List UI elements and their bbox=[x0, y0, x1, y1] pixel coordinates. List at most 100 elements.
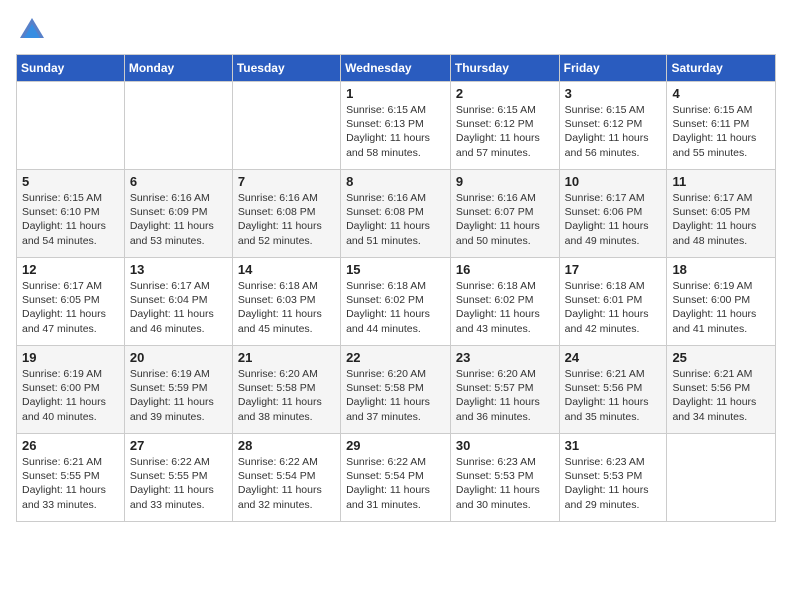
day-info: Sunrise: 6:21 AM Sunset: 5:56 PM Dayligh… bbox=[565, 367, 662, 424]
day-number: 16 bbox=[456, 262, 554, 277]
day-number: 11 bbox=[672, 174, 770, 189]
weekday-header-friday: Friday bbox=[559, 55, 667, 82]
day-info: Sunrise: 6:23 AM Sunset: 5:53 PM Dayligh… bbox=[456, 455, 554, 512]
calendar-cell: 11 Sunrise: 6:17 AM Sunset: 6:05 PM Dayli… bbox=[667, 170, 776, 258]
day-info: Sunrise: 6:16 AM Sunset: 6:09 PM Dayligh… bbox=[130, 191, 227, 248]
day-info: Sunrise: 6:21 AM Sunset: 5:56 PM Dayligh… bbox=[672, 367, 770, 424]
calendar-cell: 12Sunrise: 6:17 AM Sunset: 6:05 PM Dayli… bbox=[17, 258, 125, 346]
logo bbox=[16, 16, 46, 44]
calendar-cell: 25 Sunrise: 6:21 AM Sunset: 5:56 PM Dayli… bbox=[667, 346, 776, 434]
logo-icon bbox=[18, 16, 46, 44]
calendar-cell: 30 Sunrise: 6:23 AM Sunset: 5:53 PM Dayli… bbox=[450, 434, 559, 522]
day-number: 13 bbox=[130, 262, 227, 277]
day-info: Sunrise: 6:19 AM Sunset: 6:00 PM Dayligh… bbox=[672, 279, 770, 336]
day-number: 18 bbox=[672, 262, 770, 277]
day-info: Sunrise: 6:21 AM Sunset: 5:55 PM Dayligh… bbox=[22, 455, 119, 512]
day-number: 31 bbox=[565, 438, 662, 453]
day-info: Sunrise: 6:17 AM Sunset: 6:06 PM Dayligh… bbox=[565, 191, 662, 248]
day-info: Sunrise: 6:15 AM Sunset: 6:11 PM Dayligh… bbox=[672, 103, 770, 160]
day-info: Sunrise: 6:19 AM Sunset: 5:59 PM Dayligh… bbox=[130, 367, 227, 424]
day-number: 14 bbox=[238, 262, 335, 277]
day-number: 26 bbox=[22, 438, 119, 453]
calendar-cell: 8 Sunrise: 6:16 AM Sunset: 6:08 PM Daylig… bbox=[341, 170, 451, 258]
day-info: Sunrise: 6:22 AM Sunset: 5:55 PM Dayligh… bbox=[130, 455, 227, 512]
day-info: Sunrise: 6:18 AM Sunset: 6:03 PM Dayligh… bbox=[238, 279, 335, 336]
calendar-week-5: 26 Sunrise: 6:21 AM Sunset: 5:55 PM Dayli… bbox=[17, 434, 776, 522]
calendar-cell: 20 Sunrise: 6:19 AM Sunset: 5:59 PM Dayli… bbox=[124, 346, 232, 434]
calendar-cell bbox=[232, 82, 340, 170]
weekday-header-saturday: Saturday bbox=[667, 55, 776, 82]
day-number: 17 bbox=[565, 262, 662, 277]
calendar-cell: 19 Sunrise: 6:19 AM Sunset: 6:00 PM Dayli… bbox=[17, 346, 125, 434]
calendar-cell: 28 Sunrise: 6:22 AM Sunset: 5:54 PM Dayli… bbox=[232, 434, 340, 522]
calendar-cell: 4 Sunrise: 6:15 AM Sunset: 6:11 PM Daylig… bbox=[667, 82, 776, 170]
day-number: 3 bbox=[565, 86, 662, 101]
day-number: 1 bbox=[346, 86, 445, 101]
calendar-week-2: 5Sunrise: 6:15 AM Sunset: 6:10 PM Daylig… bbox=[17, 170, 776, 258]
weekday-header-sunday: Sunday bbox=[17, 55, 125, 82]
day-info: Sunrise: 6:20 AM Sunset: 5:58 PM Dayligh… bbox=[346, 367, 445, 424]
day-info: Sunrise: 6:18 AM Sunset: 6:01 PM Dayligh… bbox=[565, 279, 662, 336]
calendar-cell: 13Sunrise: 6:17 AM Sunset: 6:04 PM Dayli… bbox=[124, 258, 232, 346]
day-info: Sunrise: 6:16 AM Sunset: 6:07 PM Dayligh… bbox=[456, 191, 554, 248]
day-info: Sunrise: 6:15 AM Sunset: 6:12 PM Dayligh… bbox=[456, 103, 554, 160]
day-number: 24 bbox=[565, 350, 662, 365]
calendar-cell: 7 Sunrise: 6:16 AM Sunset: 6:08 PM Daylig… bbox=[232, 170, 340, 258]
day-info: Sunrise: 6:16 AM Sunset: 6:08 PM Dayligh… bbox=[238, 191, 335, 248]
day-number: 28 bbox=[238, 438, 335, 453]
calendar-cell: 14 Sunrise: 6:18 AM Sunset: 6:03 PM Dayli… bbox=[232, 258, 340, 346]
calendar-cell: 27 Sunrise: 6:22 AM Sunset: 5:55 PM Dayli… bbox=[124, 434, 232, 522]
day-number: 30 bbox=[456, 438, 554, 453]
day-number: 22 bbox=[346, 350, 445, 365]
calendar-cell: 5Sunrise: 6:15 AM Sunset: 6:10 PM Daylig… bbox=[17, 170, 125, 258]
calendar-cell: 26 Sunrise: 6:21 AM Sunset: 5:55 PM Dayli… bbox=[17, 434, 125, 522]
calendar-cell: 18 Sunrise: 6:19 AM Sunset: 6:00 PM Dayli… bbox=[667, 258, 776, 346]
day-number: 2 bbox=[456, 86, 554, 101]
day-info: Sunrise: 6:22 AM Sunset: 5:54 PM Dayligh… bbox=[238, 455, 335, 512]
day-number: 29 bbox=[346, 438, 445, 453]
day-number: 15 bbox=[346, 262, 445, 277]
day-number: 8 bbox=[346, 174, 445, 189]
day-number: 20 bbox=[130, 350, 227, 365]
calendar-cell: 10 Sunrise: 6:17 AM Sunset: 6:06 PM Dayli… bbox=[559, 170, 667, 258]
weekday-header-thursday: Thursday bbox=[450, 55, 559, 82]
day-number: 10 bbox=[565, 174, 662, 189]
calendar-cell: 3 Sunrise: 6:15 AM Sunset: 6:12 PM Daylig… bbox=[559, 82, 667, 170]
day-info: Sunrise: 6:18 AM Sunset: 6:02 PM Dayligh… bbox=[456, 279, 554, 336]
calendar-cell: 29 Sunrise: 6:22 AM Sunset: 5:54 PM Dayli… bbox=[341, 434, 451, 522]
calendar-cell: 24 Sunrise: 6:21 AM Sunset: 5:56 PM Dayli… bbox=[559, 346, 667, 434]
calendar-cell: 17 Sunrise: 6:18 AM Sunset: 6:01 PM Dayli… bbox=[559, 258, 667, 346]
day-number: 21 bbox=[238, 350, 335, 365]
day-info: Sunrise: 6:20 AM Sunset: 5:58 PM Dayligh… bbox=[238, 367, 335, 424]
day-info: Sunrise: 6:22 AM Sunset: 5:54 PM Dayligh… bbox=[346, 455, 445, 512]
day-info: Sunrise: 6:23 AM Sunset: 5:53 PM Dayligh… bbox=[565, 455, 662, 512]
day-info: Sunrise: 6:19 AM Sunset: 6:00 PM Dayligh… bbox=[22, 367, 119, 424]
page-header bbox=[16, 16, 776, 44]
day-number: 9 bbox=[456, 174, 554, 189]
weekday-header-row: SundayMondayTuesdayWednesdayThursdayFrid… bbox=[17, 55, 776, 82]
day-number: 19 bbox=[22, 350, 119, 365]
day-number: 27 bbox=[130, 438, 227, 453]
weekday-header-tuesday: Tuesday bbox=[232, 55, 340, 82]
day-number: 6 bbox=[130, 174, 227, 189]
calendar-table: SundayMondayTuesdayWednesdayThursdayFrid… bbox=[16, 54, 776, 522]
calendar-cell: 9 Sunrise: 6:16 AM Sunset: 6:07 PM Daylig… bbox=[450, 170, 559, 258]
calendar-cell: 22 Sunrise: 6:20 AM Sunset: 5:58 PM Dayli… bbox=[341, 346, 451, 434]
day-number: 4 bbox=[672, 86, 770, 101]
calendar-cell: 16 Sunrise: 6:18 AM Sunset: 6:02 PM Dayli… bbox=[450, 258, 559, 346]
day-info: Sunrise: 6:17 AM Sunset: 6:05 PM Dayligh… bbox=[672, 191, 770, 248]
day-info: Sunrise: 6:15 AM Sunset: 6:12 PM Dayligh… bbox=[565, 103, 662, 160]
day-info: Sunrise: 6:20 AM Sunset: 5:57 PM Dayligh… bbox=[456, 367, 554, 424]
day-number: 23 bbox=[456, 350, 554, 365]
day-info: Sunrise: 6:15 AM Sunset: 6:10 PM Dayligh… bbox=[22, 191, 119, 248]
calendar-cell: 6 Sunrise: 6:16 AM Sunset: 6:09 PM Daylig… bbox=[124, 170, 232, 258]
calendar-week-1: 1Sunrise: 6:15 AM Sunset: 6:13 PM Daylig… bbox=[17, 82, 776, 170]
weekday-header-monday: Monday bbox=[124, 55, 232, 82]
day-number: 25 bbox=[672, 350, 770, 365]
day-info: Sunrise: 6:16 AM Sunset: 6:08 PM Dayligh… bbox=[346, 191, 445, 248]
calendar-cell: 21 Sunrise: 6:20 AM Sunset: 5:58 PM Dayli… bbox=[232, 346, 340, 434]
day-number: 7 bbox=[238, 174, 335, 189]
calendar-cell: 31 Sunrise: 6:23 AM Sunset: 5:53 PM Dayli… bbox=[559, 434, 667, 522]
calendar-cell: 23 Sunrise: 6:20 AM Sunset: 5:57 PM Dayli… bbox=[450, 346, 559, 434]
calendar-cell bbox=[667, 434, 776, 522]
